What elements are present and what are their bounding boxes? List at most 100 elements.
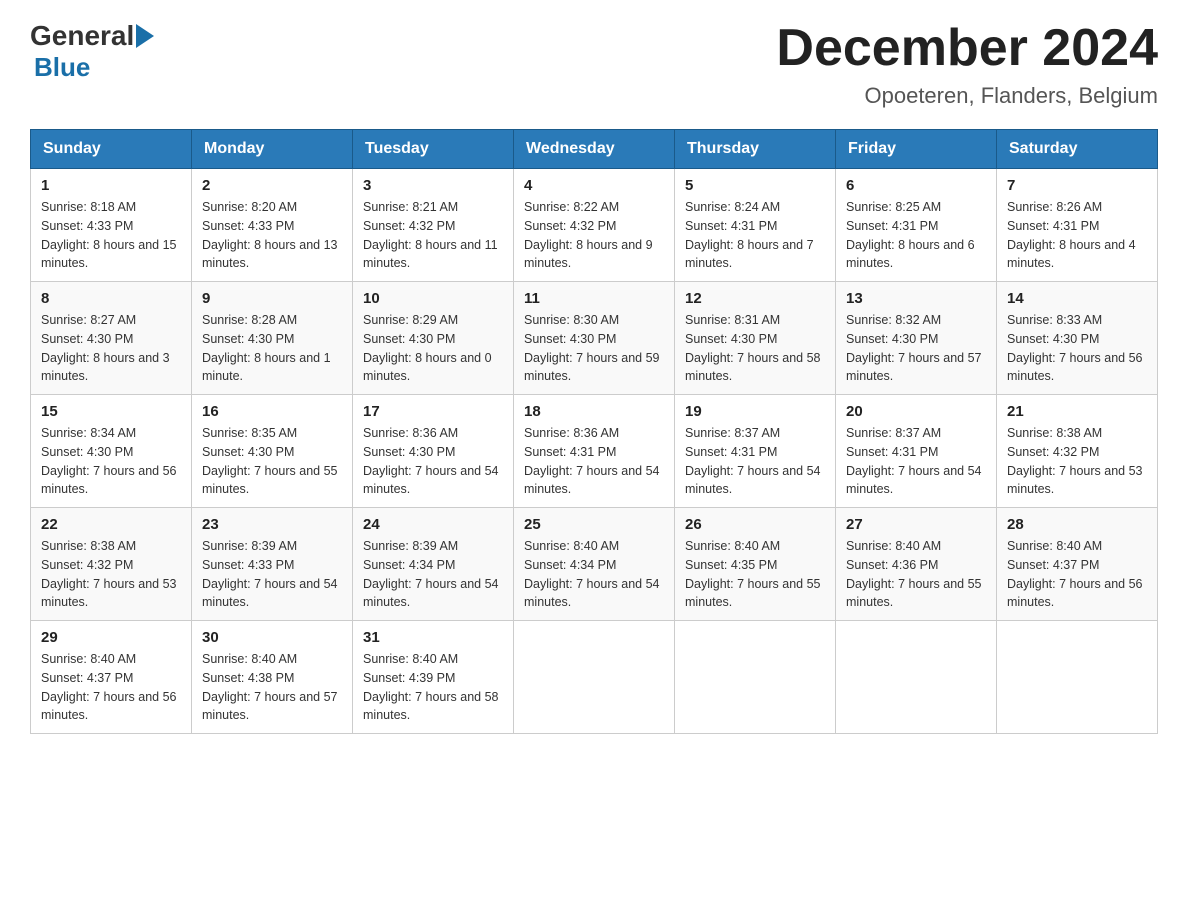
day-info: Sunrise: 8:18 AMSunset: 4:33 PMDaylight:…: [41, 200, 177, 270]
table-row: 8 Sunrise: 8:27 AMSunset: 4:30 PMDayligh…: [31, 282, 192, 395]
day-info: Sunrise: 8:38 AMSunset: 4:32 PMDaylight:…: [41, 539, 177, 609]
table-row: 30 Sunrise: 8:40 AMSunset: 4:38 PMDaylig…: [192, 621, 353, 734]
day-number: 29: [41, 629, 181, 646]
day-number: 4: [524, 177, 664, 194]
day-number: 24: [363, 516, 503, 533]
table-row: 5 Sunrise: 8:24 AMSunset: 4:31 PMDayligh…: [675, 169, 836, 282]
day-info: Sunrise: 8:24 AMSunset: 4:31 PMDaylight:…: [685, 200, 814, 270]
col-thursday: Thursday: [675, 130, 836, 169]
table-row: 6 Sunrise: 8:25 AMSunset: 4:31 PMDayligh…: [836, 169, 997, 282]
day-number: 13: [846, 290, 986, 307]
table-row: 24 Sunrise: 8:39 AMSunset: 4:34 PMDaylig…: [353, 508, 514, 621]
logo-blue-text: Blue: [34, 52, 156, 83]
table-row: [997, 621, 1158, 734]
table-row: 27 Sunrise: 8:40 AMSunset: 4:36 PMDaylig…: [836, 508, 997, 621]
table-row: 12 Sunrise: 8:31 AMSunset: 4:30 PMDaylig…: [675, 282, 836, 395]
month-title: December 2024: [776, 20, 1158, 77]
day-info: Sunrise: 8:30 AMSunset: 4:30 PMDaylight:…: [524, 313, 660, 383]
table-row: [836, 621, 997, 734]
table-row: 15 Sunrise: 8:34 AMSunset: 4:30 PMDaylig…: [31, 395, 192, 508]
table-row: 11 Sunrise: 8:30 AMSunset: 4:30 PMDaylig…: [514, 282, 675, 395]
day-info: Sunrise: 8:26 AMSunset: 4:31 PMDaylight:…: [1007, 200, 1136, 270]
day-number: 7: [1007, 177, 1147, 194]
table-row: 26 Sunrise: 8:40 AMSunset: 4:35 PMDaylig…: [675, 508, 836, 621]
day-info: Sunrise: 8:38 AMSunset: 4:32 PMDaylight:…: [1007, 426, 1143, 496]
table-row: 2 Sunrise: 8:20 AMSunset: 4:33 PMDayligh…: [192, 169, 353, 282]
day-info: Sunrise: 8:36 AMSunset: 4:30 PMDaylight:…: [363, 426, 499, 496]
calendar-week-row: 15 Sunrise: 8:34 AMSunset: 4:30 PMDaylig…: [31, 395, 1158, 508]
day-info: Sunrise: 8:21 AMSunset: 4:32 PMDaylight:…: [363, 200, 498, 270]
day-info: Sunrise: 8:20 AMSunset: 4:33 PMDaylight:…: [202, 200, 338, 270]
calendar-week-row: 29 Sunrise: 8:40 AMSunset: 4:37 PMDaylig…: [31, 621, 1158, 734]
day-number: 23: [202, 516, 342, 533]
day-info: Sunrise: 8:27 AMSunset: 4:30 PMDaylight:…: [41, 313, 170, 383]
table-row: 1 Sunrise: 8:18 AMSunset: 4:33 PMDayligh…: [31, 169, 192, 282]
table-row: 28 Sunrise: 8:40 AMSunset: 4:37 PMDaylig…: [997, 508, 1158, 621]
day-info: Sunrise: 8:29 AMSunset: 4:30 PMDaylight:…: [363, 313, 492, 383]
table-row: 22 Sunrise: 8:38 AMSunset: 4:32 PMDaylig…: [31, 508, 192, 621]
table-row: 21 Sunrise: 8:38 AMSunset: 4:32 PMDaylig…: [997, 395, 1158, 508]
day-number: 1: [41, 177, 181, 194]
day-number: 27: [846, 516, 986, 533]
title-section: December 2024 Opoeteren, Flanders, Belgi…: [776, 20, 1158, 109]
table-row: 3 Sunrise: 8:21 AMSunset: 4:32 PMDayligh…: [353, 169, 514, 282]
table-row: [514, 621, 675, 734]
day-number: 26: [685, 516, 825, 533]
day-number: 5: [685, 177, 825, 194]
day-number: 31: [363, 629, 503, 646]
day-number: 20: [846, 403, 986, 420]
day-info: Sunrise: 8:22 AMSunset: 4:32 PMDaylight:…: [524, 200, 653, 270]
table-row: 10 Sunrise: 8:29 AMSunset: 4:30 PMDaylig…: [353, 282, 514, 395]
table-row: 25 Sunrise: 8:40 AMSunset: 4:34 PMDaylig…: [514, 508, 675, 621]
day-number: 12: [685, 290, 825, 307]
day-number: 30: [202, 629, 342, 646]
day-info: Sunrise: 8:39 AMSunset: 4:33 PMDaylight:…: [202, 539, 338, 609]
table-row: 7 Sunrise: 8:26 AMSunset: 4:31 PMDayligh…: [997, 169, 1158, 282]
day-info: Sunrise: 8:39 AMSunset: 4:34 PMDaylight:…: [363, 539, 499, 609]
day-number: 28: [1007, 516, 1147, 533]
table-row: 13 Sunrise: 8:32 AMSunset: 4:30 PMDaylig…: [836, 282, 997, 395]
table-row: 16 Sunrise: 8:35 AMSunset: 4:30 PMDaylig…: [192, 395, 353, 508]
day-info: Sunrise: 8:40 AMSunset: 4:37 PMDaylight:…: [41, 652, 177, 722]
col-tuesday: Tuesday: [353, 130, 514, 169]
day-number: 14: [1007, 290, 1147, 307]
day-info: Sunrise: 8:40 AMSunset: 4:38 PMDaylight:…: [202, 652, 338, 722]
calendar-week-row: 22 Sunrise: 8:38 AMSunset: 4:32 PMDaylig…: [31, 508, 1158, 621]
day-info: Sunrise: 8:32 AMSunset: 4:30 PMDaylight:…: [846, 313, 982, 383]
table-row: 14 Sunrise: 8:33 AMSunset: 4:30 PMDaylig…: [997, 282, 1158, 395]
day-number: 3: [363, 177, 503, 194]
col-monday: Monday: [192, 130, 353, 169]
day-info: Sunrise: 8:37 AMSunset: 4:31 PMDaylight:…: [846, 426, 982, 496]
day-info: Sunrise: 8:31 AMSunset: 4:30 PMDaylight:…: [685, 313, 821, 383]
day-info: Sunrise: 8:40 AMSunset: 4:37 PMDaylight:…: [1007, 539, 1143, 609]
col-friday: Friday: [836, 130, 997, 169]
day-number: 11: [524, 290, 664, 307]
table-row: 29 Sunrise: 8:40 AMSunset: 4:37 PMDaylig…: [31, 621, 192, 734]
day-info: Sunrise: 8:28 AMSunset: 4:30 PMDaylight:…: [202, 313, 331, 383]
day-number: 21: [1007, 403, 1147, 420]
table-row: [675, 621, 836, 734]
day-number: 16: [202, 403, 342, 420]
day-info: Sunrise: 8:33 AMSunset: 4:30 PMDaylight:…: [1007, 313, 1143, 383]
table-row: 20 Sunrise: 8:37 AMSunset: 4:31 PMDaylig…: [836, 395, 997, 508]
day-number: 17: [363, 403, 503, 420]
day-info: Sunrise: 8:40 AMSunset: 4:39 PMDaylight:…: [363, 652, 499, 722]
day-number: 22: [41, 516, 181, 533]
day-number: 6: [846, 177, 986, 194]
calendar-header-row: Sunday Monday Tuesday Wednesday Thursday…: [31, 130, 1158, 169]
day-info: Sunrise: 8:35 AMSunset: 4:30 PMDaylight:…: [202, 426, 338, 496]
col-wednesday: Wednesday: [514, 130, 675, 169]
location-text: Opoeteren, Flanders, Belgium: [776, 83, 1158, 109]
table-row: 19 Sunrise: 8:37 AMSunset: 4:31 PMDaylig…: [675, 395, 836, 508]
table-row: 9 Sunrise: 8:28 AMSunset: 4:30 PMDayligh…: [192, 282, 353, 395]
day-info: Sunrise: 8:37 AMSunset: 4:31 PMDaylight:…: [685, 426, 821, 496]
calendar-week-row: 8 Sunrise: 8:27 AMSunset: 4:30 PMDayligh…: [31, 282, 1158, 395]
calendar-week-row: 1 Sunrise: 8:18 AMSunset: 4:33 PMDayligh…: [31, 169, 1158, 282]
day-number: 18: [524, 403, 664, 420]
day-info: Sunrise: 8:34 AMSunset: 4:30 PMDaylight:…: [41, 426, 177, 496]
day-info: Sunrise: 8:25 AMSunset: 4:31 PMDaylight:…: [846, 200, 975, 270]
day-number: 9: [202, 290, 342, 307]
table-row: 4 Sunrise: 8:22 AMSunset: 4:32 PMDayligh…: [514, 169, 675, 282]
day-number: 8: [41, 290, 181, 307]
day-number: 25: [524, 516, 664, 533]
